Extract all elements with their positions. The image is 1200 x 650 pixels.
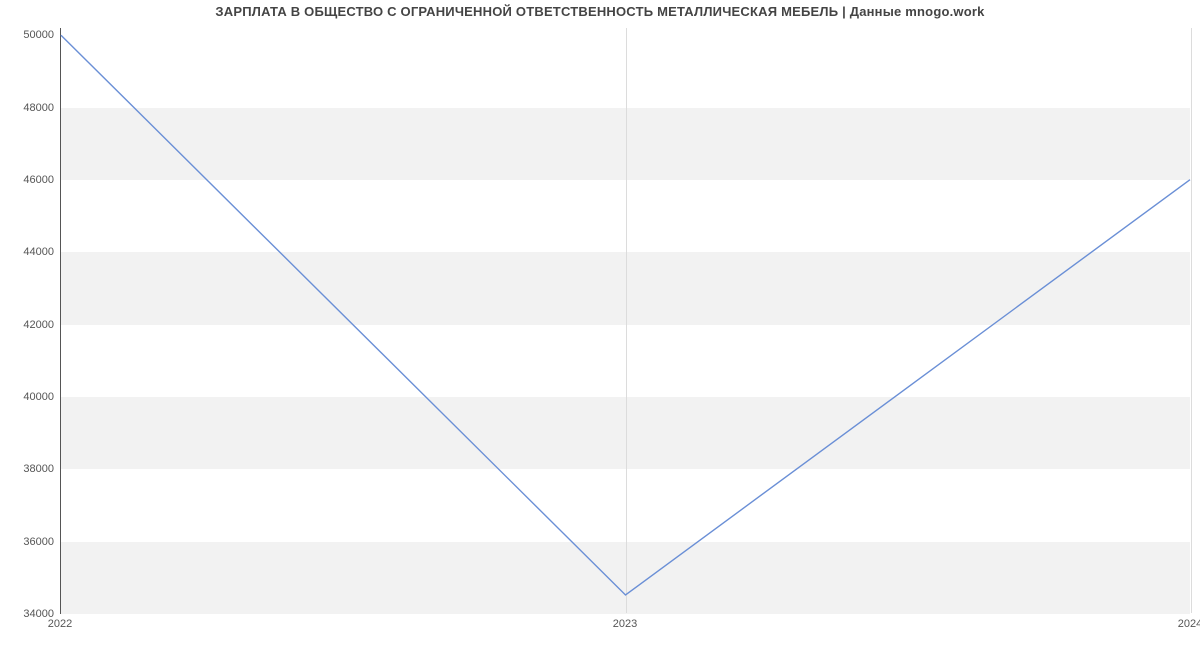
plot-area: [60, 28, 1190, 614]
y-tick-label: 44000: [4, 246, 54, 258]
x-gridline: [1191, 28, 1192, 613]
chart-container: ЗАРПЛАТА В ОБЩЕСТВО С ОГРАНИЧЕННОЙ ОТВЕТ…: [0, 0, 1200, 650]
y-tick-label: 48000: [4, 102, 54, 114]
chart-title: ЗАРПЛАТА В ОБЩЕСТВО С ОГРАНИЧЕННОЙ ОТВЕТ…: [0, 4, 1200, 19]
line-layer: [61, 28, 1190, 613]
x-tick-label: 2022: [30, 618, 90, 630]
y-tick-label: 36000: [4, 536, 54, 548]
y-tick-label: 42000: [4, 319, 54, 331]
y-tick-label: 40000: [4, 391, 54, 403]
y-tick-label: 46000: [4, 174, 54, 186]
x-tick-label: 2024: [1160, 618, 1200, 630]
series-line: [61, 35, 1190, 595]
y-tick-label: 38000: [4, 463, 54, 475]
y-tick-label: 50000: [4, 29, 54, 41]
x-tick-label: 2023: [595, 618, 655, 630]
